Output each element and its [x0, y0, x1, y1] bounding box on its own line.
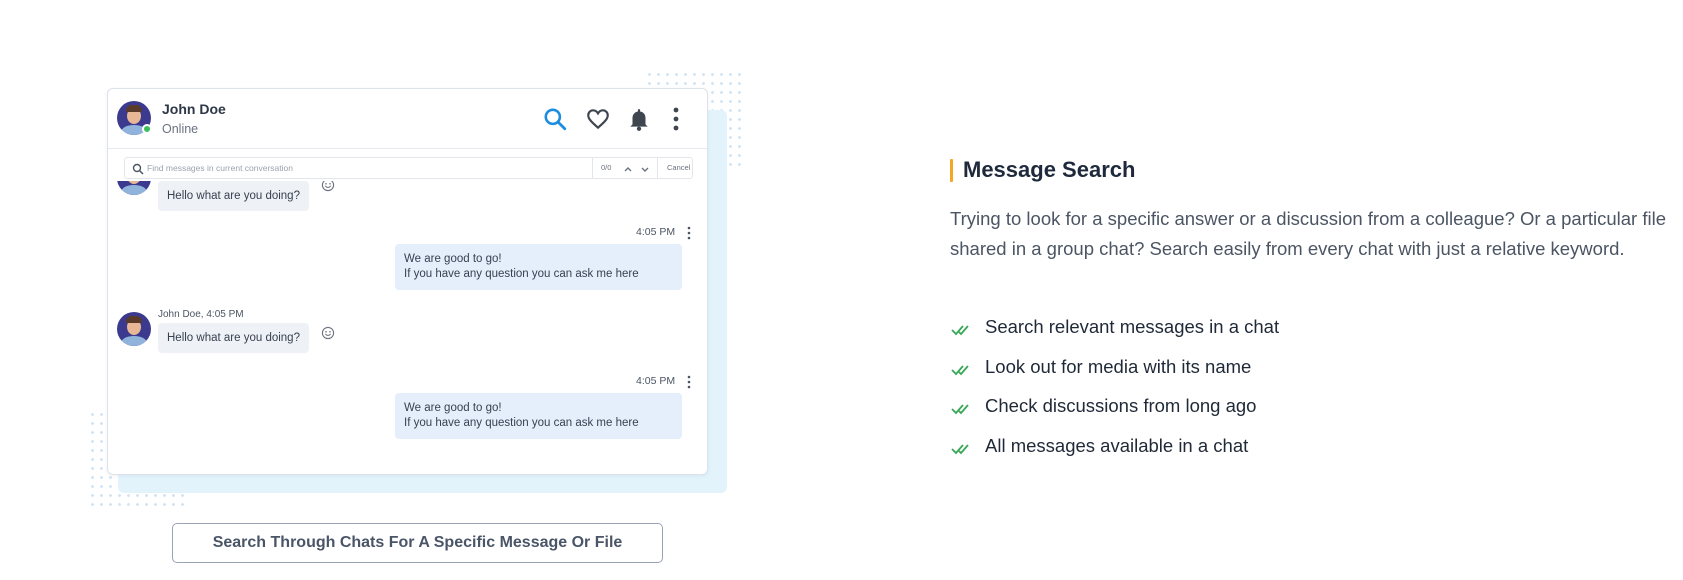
more-vertical-icon[interactable]	[669, 106, 683, 132]
more-vertical-icon[interactable]	[686, 375, 692, 389]
search-cancel-button[interactable]: Cancel	[667, 163, 690, 172]
double-check-icon	[951, 323, 973, 337]
message-timestamp: 4:05 PM	[636, 226, 676, 238]
message-timestamp: 4:05 PM	[636, 375, 676, 387]
accent-bar	[950, 159, 953, 182]
chevron-up-icon[interactable]	[622, 162, 634, 174]
search-result-count: 0/0	[601, 163, 612, 172]
message-line: We are good to go!	[404, 253, 502, 265]
feature-caption-button[interactable]: Search Through Chats For A Specific Mess…	[172, 523, 663, 563]
search-icon[interactable]	[542, 106, 568, 132]
chat-window: John Doe Online 0/0 Cancel	[107, 88, 708, 475]
emoji-icon[interactable]	[321, 326, 335, 340]
contact-status: Online	[162, 122, 199, 136]
feature-title: Message Search	[963, 157, 1136, 182]
feature-item-label: Search relevant messages in a chat	[985, 316, 1280, 337]
double-check-icon	[951, 402, 973, 416]
avatar	[117, 312, 151, 346]
divider	[657, 158, 658, 178]
message-line: We are good to go!	[404, 402, 502, 414]
message-line: If you have any question you can ask me …	[404, 417, 639, 429]
online-status-dot	[142, 124, 152, 134]
double-check-icon	[951, 442, 973, 456]
search-input[interactable]	[147, 160, 567, 176]
chevron-down-icon[interactable]	[639, 162, 651, 174]
heart-icon[interactable]	[585, 106, 611, 132]
more-vertical-icon[interactable]	[686, 226, 692, 240]
message-search-bar: 0/0 Cancel	[124, 157, 693, 179]
feature-item-label: Look out for media with its name	[985, 355, 1252, 377]
feature-item-label: Check discussions from long ago	[985, 395, 1257, 416]
chat-header: John Doe Online	[108, 89, 707, 149]
message-bubble-incoming: Hello what are you doing?	[158, 181, 309, 211]
feature-item-label: All messages available in a chat	[985, 434, 1249, 456]
message-sender-meta: John Doe, 4:05 PM	[158, 309, 244, 320]
message-bubble-outgoing: We are good to go! If you have any quest…	[395, 393, 682, 439]
double-check-icon	[951, 363, 973, 377]
contact-name: John Doe	[162, 101, 226, 117]
search-icon	[132, 162, 144, 175]
message-bubble-outgoing: We are good to go! If you have any quest…	[395, 244, 682, 290]
avatar	[117, 181, 151, 195]
bell-icon[interactable]	[626, 106, 652, 132]
message-list: Hello what are you doing? 4:05 PM We are…	[108, 181, 707, 474]
emoji-icon[interactable]	[321, 181, 335, 192]
message-line: If you have any question you can ask me …	[404, 268, 639, 280]
divider	[592, 158, 593, 178]
message-bubble-incoming: Hello what are you doing?	[158, 323, 309, 353]
feature-description: Trying to look for a specific answer or …	[950, 208, 1666, 259]
